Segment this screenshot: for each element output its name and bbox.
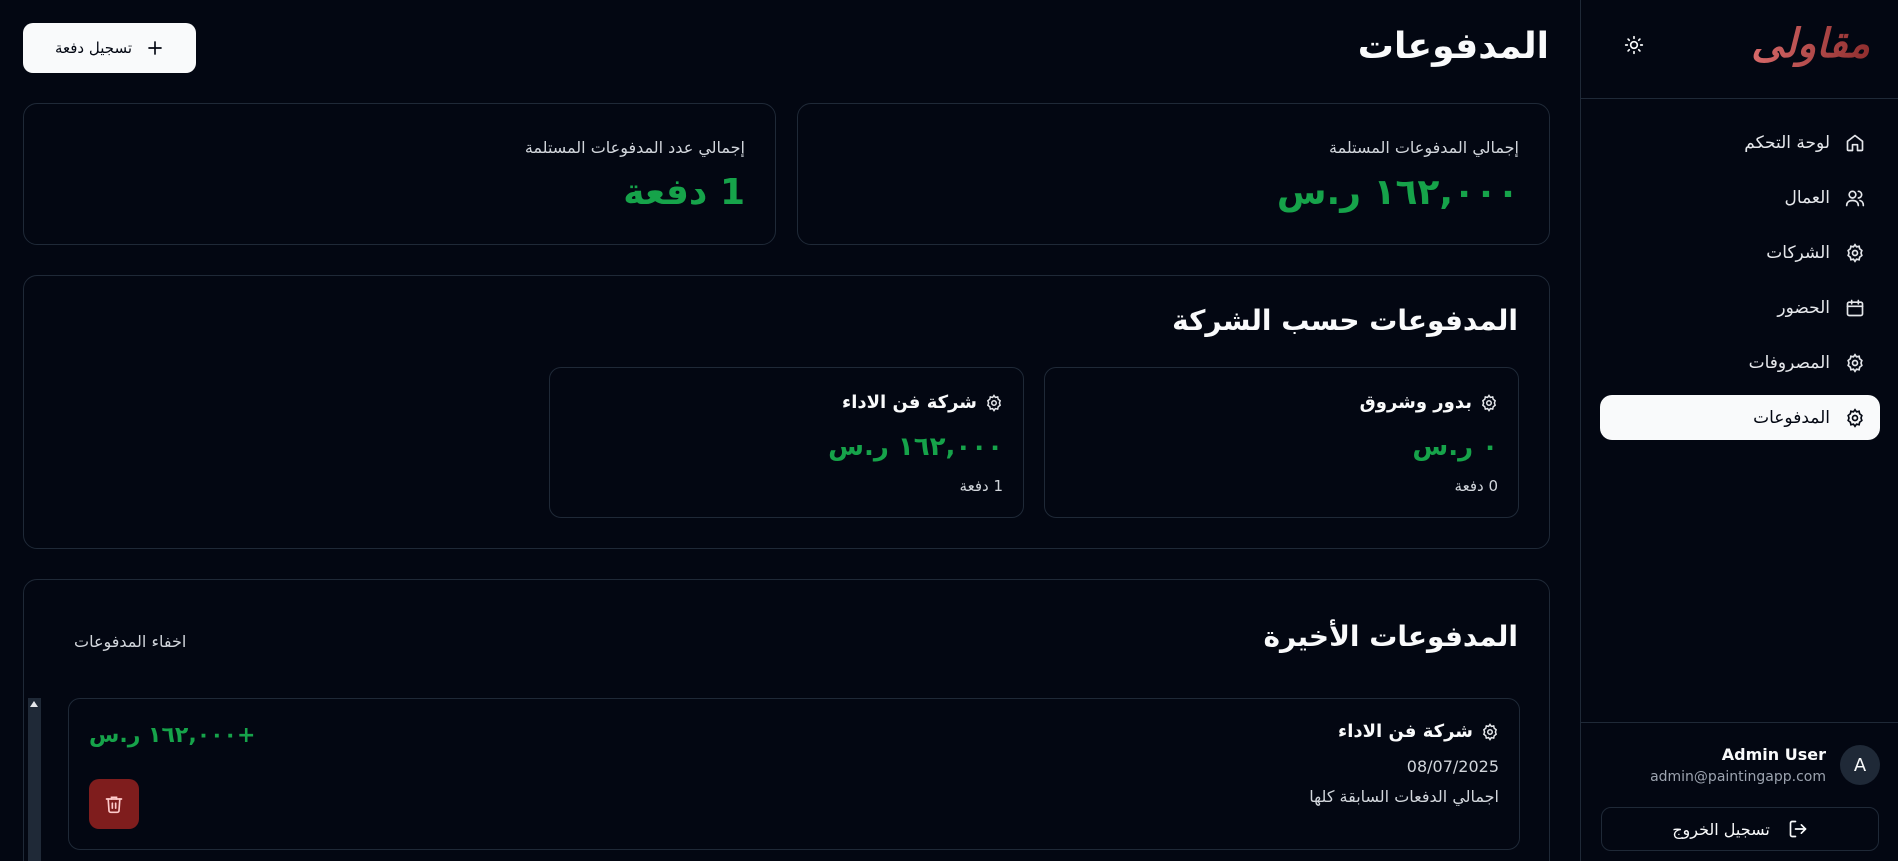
section-title: المدفوعات الأخيرة	[1263, 620, 1518, 653]
user-email: admin@paintingapp.com	[1650, 769, 1826, 785]
payments-by-company-card: المدفوعات حسب الشركة بدور وشروق ٠ ر.س 0 …	[23, 275, 1550, 549]
sidebar: مقاولى لوحة التحكم العمال الشركات الحضور…	[1580, 0, 1898, 861]
sidebar-item-label: الشركات	[1766, 242, 1830, 263]
stat-card-total-amount: إجمالي المدفوعات المستلمة ١٦٢,٠٠٠ ر.س	[797, 103, 1550, 245]
sidebar-item-expenses[interactable]: المصروفات	[1600, 340, 1880, 385]
stat-value: 1 دفعة	[623, 172, 745, 213]
payment-company-name: شركة فن الاداء	[1338, 721, 1473, 742]
gear-icon	[1844, 242, 1866, 264]
app-root: مقاولى لوحة التحكم العمال الشركات الحضور…	[0, 0, 1898, 861]
sidebar-item-label: العمال	[1784, 187, 1830, 208]
sidebar-item-payments[interactable]: المدفوعات	[1600, 395, 1880, 440]
company-count: 1 دفعة	[959, 477, 1003, 495]
section-title: المدفوعات حسب الشركة	[1172, 304, 1518, 337]
company-amount: ١٦٢,٠٠٠ ر.س	[828, 432, 1003, 462]
company-name: بدور وشروق	[1359, 392, 1472, 413]
gear-icon	[1844, 352, 1866, 374]
logout-button[interactable]: تسجيل الخروج	[1601, 807, 1879, 851]
company-card[interactable]: شركة فن الاداء ١٦٢,٠٠٠ ر.س 1 دفعة	[549, 367, 1024, 518]
gear-icon	[1844, 407, 1866, 429]
logout-icon	[1788, 819, 1808, 839]
company-name: شركة فن الاداء	[842, 392, 977, 413]
sidebar-item-label: المصروفات	[1748, 352, 1830, 373]
stat-label: إجمالي المدفوعات المستلمة	[1328, 138, 1519, 157]
company-count: 0 دفعة	[1454, 477, 1498, 495]
gear-icon	[1481, 722, 1499, 741]
delete-payment-button[interactable]	[89, 779, 139, 829]
sidebar-item-dashboard[interactable]: لوحة التحكم	[1600, 120, 1880, 165]
sidebar-item-label: الحضور	[1777, 297, 1830, 318]
stat-value: ١٦٢,٠٠٠ ر.س	[1276, 172, 1519, 213]
page-title: المدفوعات	[1357, 26, 1549, 67]
payment-company: شركة فن الاداء	[1338, 721, 1499, 742]
sidebar-header: مقاولى	[1581, 0, 1898, 99]
gear-icon	[1480, 393, 1498, 412]
home-icon	[1844, 132, 1866, 154]
user-name: Admin User	[1721, 745, 1826, 764]
add-payment-label: تسجيل دفعة	[54, 39, 133, 57]
calendar-icon	[1844, 297, 1866, 319]
sidebar-item-attendance[interactable]: الحضور	[1600, 285, 1880, 330]
sidebar-item-label: المدفوعات	[1753, 407, 1830, 428]
payment-note: اجمالي الدفعات السابقة كلها	[1309, 787, 1499, 806]
add-payment-button[interactable]: تسجيل دفعة	[23, 23, 196, 73]
payment-amount: +١٦٢,٠٠٠ ر.س	[89, 723, 256, 748]
stat-card-total-count: إجمالي عدد المدفوعات المستلمة 1 دفعة	[23, 103, 776, 245]
recent-payments-card: المدفوعات الأخيرة اخفاء المدفوعات شركة ف…	[23, 579, 1550, 861]
users-icon	[1844, 187, 1866, 209]
gear-icon	[985, 393, 1003, 412]
theme-toggle-button[interactable]	[1619, 30, 1649, 60]
sidebar-footer: A Admin User admin@paintingapp.com تسجيل…	[1581, 722, 1898, 861]
sidebar-item-workers[interactable]: العمال	[1600, 175, 1880, 220]
sidebar-nav: لوحة التحكم العمال الشركات الحضور المصرو…	[1600, 120, 1880, 450]
sidebar-item-label: لوحة التحكم	[1744, 132, 1830, 153]
company-card[interactable]: بدور وشروق ٠ ر.س 0 دفعة	[1044, 367, 1519, 518]
company-amount: ٠ ر.س	[1412, 432, 1498, 462]
stat-label: إجمالي عدد المدفوعات المستلمة	[524, 138, 745, 157]
app-logo[interactable]: مقاولى	[1751, 20, 1870, 67]
trash-icon	[104, 794, 124, 814]
company-header: بدور وشروق	[1360, 392, 1498, 413]
plus-icon	[146, 39, 164, 57]
logout-label: تسجيل الخروج	[1672, 819, 1770, 839]
payment-row: شركة فن الاداء 08/07/2025 اجمالي الدفعات…	[68, 698, 1520, 850]
main-content: المدفوعات تسجيل دفعة إجمالي المدفوعات ال…	[0, 0, 1580, 861]
sidebar-item-companies[interactable]: الشركات	[1600, 230, 1880, 275]
sun-icon	[1624, 35, 1644, 55]
scrollbar[interactable]	[28, 698, 41, 861]
scroll-up-arrow-icon[interactable]	[30, 701, 38, 707]
payment-date: 08/07/2025	[1406, 757, 1499, 776]
avatar[interactable]: A	[1840, 745, 1880, 785]
hide-payments-button[interactable]: اخفاء المدفوعات	[74, 632, 186, 651]
company-header: شركة فن الاداء	[842, 392, 1003, 413]
